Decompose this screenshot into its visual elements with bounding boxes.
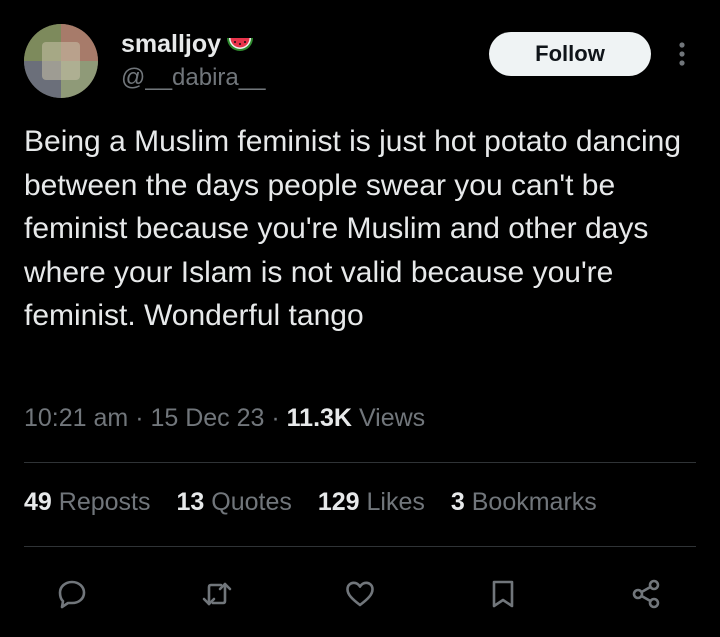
- share-icon: [632, 579, 660, 609]
- repost-icon: [202, 582, 232, 606]
- avatar-tile: [42, 42, 80, 80]
- more-options-icon[interactable]: [672, 40, 692, 68]
- bookmark-icon: [492, 580, 514, 608]
- reposts-label: Reposts: [51, 488, 151, 516]
- avatar[interactable]: [24, 24, 98, 98]
- views-count: 11.3K: [286, 404, 352, 432]
- reply-icon: [58, 580, 86, 609]
- like-button[interactable]: [338, 572, 382, 616]
- divider: [24, 462, 696, 463]
- tweet-date[interactable]: 15 Dec 23: [150, 404, 264, 432]
- bookmarks-count: 3: [450, 488, 465, 516]
- watermelon-icon: [227, 37, 254, 51]
- tweet-meta: 10:21 am · 15 Dec 23 · 11.3K Views: [24, 404, 425, 433]
- likes-label: Likes: [359, 488, 425, 516]
- action-bar: [0, 572, 720, 616]
- quotes-label: Quotes: [204, 488, 292, 516]
- likes-stat[interactable]: 129 Likes: [318, 488, 425, 517]
- share-button[interactable]: [624, 572, 668, 616]
- like-icon: [346, 581, 374, 607]
- bookmark-button[interactable]: [481, 572, 525, 616]
- display-name-text[interactable]: smalljoy: [121, 30, 221, 59]
- views-label: Views: [352, 404, 426, 432]
- bookmarks-stat[interactable]: 3 Bookmarks: [451, 488, 597, 517]
- bookmarks-label: Bookmarks: [464, 488, 597, 516]
- engagement-stats: 49 Reposts 13 Quotes 129 Likes 3 Bookmar…: [24, 488, 597, 517]
- divider: [24, 546, 696, 547]
- repost-button[interactable]: [195, 572, 239, 616]
- tweet-text: Being a Muslim feminist is just hot pota…: [24, 125, 681, 332]
- reposts-stat[interactable]: 49 Reposts: [24, 488, 150, 517]
- quotes-stat[interactable]: 13 Quotes: [176, 488, 291, 517]
- follow-button[interactable]: Follow: [489, 32, 651, 76]
- likes-count: 129: [317, 488, 360, 516]
- user-handle[interactable]: @__dabira__: [121, 64, 265, 92]
- reposts-count: 49: [24, 488, 52, 516]
- quotes-count: 13: [176, 488, 205, 516]
- meta-separator: ·: [264, 404, 287, 432]
- meta-separator: ·: [128, 404, 151, 432]
- reply-button[interactable]: [50, 572, 94, 616]
- tweet-time[interactable]: 10:21 am: [24, 404, 128, 432]
- display-name[interactable]: smalljoy: [121, 30, 255, 59]
